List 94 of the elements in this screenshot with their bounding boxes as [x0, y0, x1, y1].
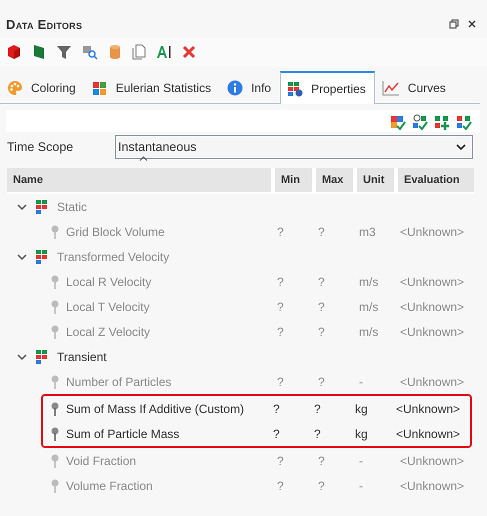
max-value: ?: [317, 274, 326, 288]
pin-icon: [51, 324, 59, 338]
pin-icon: [51, 402, 59, 416]
column-header[interactable]: Evaluation: [398, 168, 474, 192]
time-scope-label: Time Scope: [7, 140, 74, 154]
pin-icon: [51, 478, 59, 492]
palette-icon: [7, 80, 23, 96]
unit-value: m3: [358, 224, 377, 238]
cubes-check-icon[interactable]: [390, 114, 406, 130]
max-value: ?: [317, 300, 326, 314]
grid-icon: [35, 198, 49, 214]
property-name: Sum of Particle Mass: [66, 426, 180, 440]
copy-icon[interactable]: [132, 44, 146, 60]
max-value: ?: [313, 426, 322, 440]
group-label: Static: [57, 200, 88, 214]
min-value: ?: [272, 426, 281, 440]
property-name: Void Fraction: [66, 454, 136, 468]
tab[interactable]: Coloring: [0, 71, 85, 103]
pin-icon: [51, 274, 59, 288]
pin-icon: [51, 426, 59, 440]
tab[interactable]: Properties: [280, 71, 375, 104]
min-value: ?: [272, 402, 281, 416]
max-value: ?: [317, 374, 326, 388]
min-value: ?: [276, 478, 285, 492]
cube-icon[interactable]: [6, 44, 22, 60]
pin-icon: [51, 454, 59, 468]
column-header[interactable]: Name: [7, 168, 271, 192]
property-name: Number of Particles: [66, 374, 172, 388]
column-header[interactable]: Unit: [357, 168, 394, 192]
unit-value: -: [358, 478, 364, 492]
grid-icon: [35, 348, 49, 364]
sort-icon: [139, 156, 148, 161]
property-name: Sum of Mass If Additive (Custom): [66, 402, 244, 416]
tab[interactable]: Info: [220, 71, 280, 103]
min-value: ?: [276, 454, 285, 468]
chevron-down-icon[interactable]: [17, 202, 27, 212]
max-value: ?: [313, 402, 322, 416]
grid-icon: [287, 80, 304, 96]
tab[interactable]: Curves: [374, 71, 455, 103]
grid-add-icon[interactable]: [434, 114, 450, 130]
search-icon[interactable]: [82, 44, 98, 60]
evaluation-value: <Unknown>: [395, 426, 462, 440]
max-value: ?: [317, 224, 326, 238]
grid-check-icon[interactable]: [456, 114, 472, 130]
evaluation-value: <Unknown>: [399, 300, 466, 314]
unit-value: m/s: [358, 300, 380, 314]
unit-value: kg: [354, 402, 369, 416]
property-name: Grid Block Volume: [66, 224, 165, 238]
min-value: ?: [276, 374, 285, 388]
pin-icon: [51, 300, 59, 314]
tab[interactable]: Eulerian Statistics: [84, 71, 220, 103]
line-chart-icon: [382, 80, 400, 96]
min-value: ?: [276, 324, 285, 338]
property-name: Volume Fraction: [66, 478, 153, 492]
evaluation-value: <Unknown>: [399, 274, 466, 288]
evaluation-value: <Unknown>: [399, 454, 466, 468]
time-scope-dropdown[interactable]: Instantaneous: [115, 135, 473, 159]
filter-icon[interactable]: [56, 44, 72, 60]
evaluation-value: <Unknown>: [399, 478, 466, 492]
column-header[interactable]: Min: [275, 168, 312, 192]
unit-value: m/s: [358, 324, 380, 338]
info-icon: [227, 80, 244, 96]
text-cursor-icon[interactable]: [156, 44, 172, 60]
min-value: ?: [276, 274, 285, 288]
unit-value: -: [358, 374, 364, 388]
group-label: Transformed Velocity: [57, 250, 170, 264]
chevron-down-icon[interactable]: [17, 352, 27, 362]
max-value: ?: [317, 478, 326, 492]
property-name: Local R Velocity: [66, 274, 152, 288]
chevron-down-icon: [456, 144, 466, 150]
evaluation-value: <Unknown>: [395, 402, 462, 416]
unit-value: kg: [354, 426, 369, 440]
cubes-icon: [92, 80, 108, 96]
group-label: Transient: [57, 350, 107, 364]
pin-icon: [51, 224, 59, 238]
max-value: ?: [317, 324, 326, 338]
unit-value: m/s: [358, 274, 380, 288]
column-header[interactable]: Max: [316, 168, 353, 192]
flag-icon[interactable]: [32, 44, 46, 60]
evaluation-value: <Unknown>: [399, 374, 466, 388]
clock-check-icon[interactable]: [412, 114, 428, 130]
chevron-down-icon[interactable]: [17, 252, 27, 262]
evaluation-value: <Unknown>: [399, 224, 466, 238]
pin-icon: [51, 374, 59, 388]
min-value: ?: [276, 300, 285, 314]
property-name: Local T Velocity: [66, 300, 150, 314]
unit-value: -: [358, 454, 364, 468]
evaluation-value: <Unknown>: [399, 324, 466, 338]
panel-title: Data Editors: [6, 16, 84, 32]
property-name: Local Z Velocity: [66, 324, 150, 338]
grid-icon: [35, 248, 49, 264]
max-value: ?: [317, 454, 326, 468]
delete-icon[interactable]: [182, 45, 196, 59]
min-value: ?: [276, 224, 285, 238]
